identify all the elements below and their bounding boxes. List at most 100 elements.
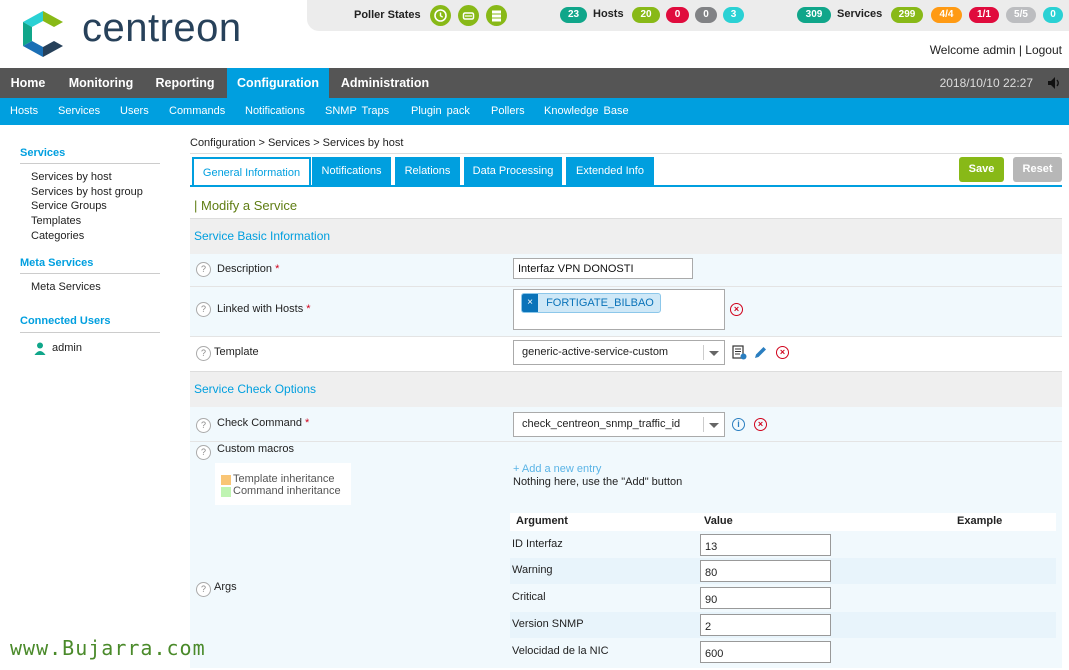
nav-home[interactable]: Home xyxy=(0,68,56,98)
template-select-value: generic-active-service-custom xyxy=(522,346,669,358)
status-bar: Poller States 23 Hosts 20 0 0 3 309 Serv… xyxy=(307,0,1069,31)
args-label: Args xyxy=(214,581,237,593)
check-command-label: Check Command * xyxy=(217,417,309,429)
nav-reporting[interactable]: Reporting xyxy=(146,68,224,98)
arg-value-input[interactable]: 90 xyxy=(700,587,831,609)
speaker-icon[interactable] xyxy=(1047,76,1061,90)
tab-data-processing[interactable]: Data Processing xyxy=(464,157,562,185)
required-marker: * xyxy=(306,303,311,315)
services-total-badge[interactable]: 309 xyxy=(797,7,831,23)
sidebar-item-services-by-host-group[interactable]: Services by host group xyxy=(31,186,143,198)
hosts-unreachable-badge[interactable]: 0 xyxy=(695,7,717,23)
help-icon[interactable]: ? xyxy=(196,346,211,361)
sidebar-item-meta-services[interactable]: Meta Services xyxy=(31,281,101,293)
linked-host-tag-label: FORTIGATE_BILBAO xyxy=(546,297,654,309)
help-icon[interactable]: ? xyxy=(196,262,211,277)
database-icon[interactable] xyxy=(458,5,479,26)
sidebar-item-admin[interactable]: admin xyxy=(52,342,82,354)
help-icon[interactable]: ? xyxy=(196,418,211,433)
sidebar-title-services[interactable]: Services xyxy=(20,147,65,159)
services-pending-badge[interactable]: 0 xyxy=(1043,7,1063,23)
centreon-logo-icon[interactable] xyxy=(20,11,66,57)
reset-button[interactable]: Reset xyxy=(1013,157,1062,182)
subnav-snmp-traps[interactable]: SNMP Traps xyxy=(325,98,389,125)
subnav-knowledge-base[interactable]: Knowledge Base xyxy=(544,98,629,125)
sidebar-item-categories[interactable]: Categories xyxy=(31,230,84,242)
hosts-total-badge[interactable]: 23 xyxy=(560,7,587,23)
info-icon[interactable]: i xyxy=(732,418,745,431)
command-inheritance-swatch xyxy=(221,487,231,497)
add-entry-link[interactable]: + Add a new entry xyxy=(513,463,601,475)
services-ok-badge[interactable]: 299 xyxy=(891,7,923,23)
sidebar-item-templates[interactable]: Templates xyxy=(31,215,81,227)
arg-name: Critical xyxy=(512,591,546,603)
remove-tag-icon[interactable]: × xyxy=(522,294,538,312)
help-icon[interactable]: ? xyxy=(196,302,211,317)
server-icon[interactable] xyxy=(486,5,507,26)
sub-nav: Hosts Services Users Commands Notificati… xyxy=(0,98,1069,125)
services-warning-badge[interactable]: 4/4 xyxy=(931,7,962,23)
subnav-pollers[interactable]: Pollers xyxy=(491,98,525,125)
subnav-commands[interactable]: Commands xyxy=(169,98,225,125)
subnav-services[interactable]: Services xyxy=(58,98,100,125)
breadcrumb[interactable]: Configuration > Services > Services by h… xyxy=(190,137,403,149)
save-button[interactable]: Save xyxy=(959,157,1004,182)
custom-macros-label: Custom macros xyxy=(217,443,295,455)
chevron-down-icon xyxy=(709,423,719,428)
subnav-hosts[interactable]: Hosts xyxy=(10,98,38,125)
clear-hosts-icon[interactable]: × xyxy=(730,303,743,316)
nav-monitoring[interactable]: Monitoring xyxy=(60,68,142,98)
arg-name: ID Interfaz xyxy=(512,538,563,550)
arg-value-input[interactable]: 80 xyxy=(700,560,831,582)
services-label[interactable]: Services xyxy=(837,8,882,20)
args-table-row: Critical 90 xyxy=(510,585,1056,611)
hosts-down-badge[interactable]: 0 xyxy=(666,7,689,23)
template-detail-icon[interactable] xyxy=(732,345,747,360)
tab-extended-info[interactable]: Extended Info xyxy=(566,157,654,185)
tab-relations[interactable]: Relations xyxy=(395,157,460,185)
arg-name: Warning xyxy=(512,564,553,576)
edit-pencil-icon[interactable] xyxy=(753,345,768,360)
sidebar-title-connected-users[interactable]: Connected Users xyxy=(20,315,110,327)
inheritance-legend: Template inheritance Command inheritance xyxy=(215,463,351,505)
chevron-down-icon xyxy=(709,351,719,356)
help-icon[interactable]: ? xyxy=(196,445,211,460)
sidebar-item-service-groups[interactable]: Service Groups xyxy=(31,200,107,212)
subnav-users[interactable]: Users xyxy=(120,98,149,125)
page-title: | Modify a Service xyxy=(194,198,298,213)
breadcrumb-divider xyxy=(190,153,1062,154)
subnav-plugin-pack[interactable]: Plugin pack xyxy=(411,98,470,125)
tab-general-information[interactable]: General Information xyxy=(192,157,311,185)
clock-icon[interactable] xyxy=(430,5,451,26)
command-inheritance-label: Command inheritance xyxy=(233,485,341,497)
description-label-text: Description xyxy=(217,263,273,275)
clear-command-icon[interactable]: × xyxy=(754,418,767,431)
arg-value-input[interactable]: 13 xyxy=(700,534,831,556)
hosts-pending-badge[interactable]: 3 xyxy=(723,7,744,23)
description-input[interactable]: Interfaz VPN DONOSTI xyxy=(513,258,693,279)
arg-name: Version SNMP xyxy=(512,618,584,630)
arg-value-input[interactable]: 2 xyxy=(700,614,831,636)
check-command-select[interactable]: check_centreon_snmp_traffic_id xyxy=(513,412,725,437)
nav-administration[interactable]: Administration xyxy=(334,68,436,98)
hosts-up-badge[interactable]: 20 xyxy=(632,7,660,23)
tab-notifications[interactable]: Notifications xyxy=(312,157,391,185)
poller-states-label: Poller States xyxy=(354,9,421,21)
services-unknown-badge[interactable]: 5/5 xyxy=(1006,7,1036,23)
subnav-notifications[interactable]: Notifications xyxy=(245,98,305,125)
arg-value-input[interactable]: 600 xyxy=(700,641,831,663)
required-marker: * xyxy=(305,417,310,429)
arg-name: Velocidad de la NIC xyxy=(512,645,609,657)
check-command-select-value: check_centreon_snmp_traffic_id xyxy=(522,418,681,430)
sidebar-item-services-by-host[interactable]: Services by host xyxy=(31,171,112,183)
services-critical-badge[interactable]: 1/1 xyxy=(969,7,999,23)
hosts-label[interactable]: Hosts xyxy=(593,8,624,20)
welcome-logout[interactable]: Welcome admin | Logout xyxy=(930,43,1062,57)
template-select[interactable]: generic-active-service-custom xyxy=(513,340,725,365)
nav-configuration[interactable]: Configuration xyxy=(227,68,329,98)
help-icon[interactable]: ? xyxy=(196,582,211,597)
linked-host-tag[interactable]: × FORTIGATE_BILBAO xyxy=(521,293,661,313)
clear-template-icon[interactable]: × xyxy=(776,346,789,359)
tab-underline xyxy=(190,185,1062,187)
sidebar-title-meta-services[interactable]: Meta Services xyxy=(20,257,93,269)
